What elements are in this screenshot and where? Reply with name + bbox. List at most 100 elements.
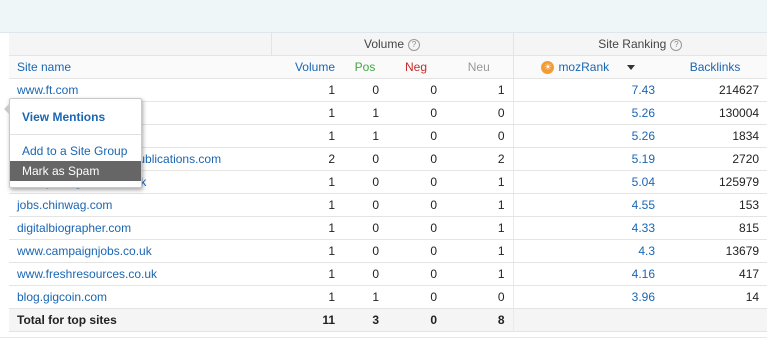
mozrank-cell: 4.16 — [512, 262, 664, 286]
total-label: Total for top sites — [9, 308, 271, 332]
mozrank-link[interactable]: 7.43 — [632, 83, 655, 97]
mozrank-cell: 5.19 — [512, 147, 664, 171]
column-header-neu[interactable]: Neu — [445, 55, 514, 79]
neg-cell: 0 — [430, 221, 437, 235]
total-neg: 0 — [387, 308, 445, 332]
volume-cell: 1 — [271, 170, 343, 194]
neg-cell: 0 — [430, 290, 437, 304]
neu-cell: 1 — [497, 83, 505, 97]
moz-logo-icon: ☀ — [541, 61, 555, 75]
mozrank-link[interactable]: 5.19 — [632, 152, 655, 166]
mark-as-spam-item[interactable]: Mark as Spam — [10, 161, 141, 181]
site-name-link[interactable]: jobs.chinwag.com — [17, 198, 112, 212]
neu-cell: 1 — [445, 216, 514, 240]
site-name-link[interactable]: www.ft.com — [17, 83, 78, 97]
column-header-row: Site name Volume Pos Neg Neu ☀ mozRank Ba… — [9, 55, 767, 79]
menu-pointer — [4, 103, 10, 115]
neu-cell: 2 — [445, 147, 514, 171]
mozrank-link[interactable]: 4.3 — [638, 244, 655, 258]
divider — [0, 337, 767, 338]
pos-cell: 1 — [372, 106, 379, 120]
pos-cell: 0 — [343, 78, 387, 102]
mozrank-cell: 5.26 — [512, 124, 664, 148]
backlinks-cell: 815 — [663, 216, 767, 240]
pos-cell: 1 — [372, 290, 379, 304]
volume-cell: 1 — [271, 193, 343, 217]
column-group-header: Volume? Site Ranking? — [9, 33, 767, 56]
neg-cell: 0 — [387, 216, 445, 240]
table-row: blog.gigcoin.com 1 1 0 0 3.96 14 — [9, 285, 767, 309]
mozrank-link[interactable]: 5.04 — [632, 175, 655, 189]
site-name-cell: www.campaignjobs.co.uk — [9, 239, 271, 263]
backlinks-cell: 417 — [739, 267, 760, 281]
volume-cell: 1 — [271, 78, 343, 102]
neg-cell: 0 — [430, 106, 437, 120]
total-volume: 11 — [271, 308, 343, 332]
mozrank-link[interactable]: 4.16 — [632, 267, 655, 281]
help-icon[interactable]: ? — [670, 38, 683, 51]
mozrank-link[interactable]: 5.26 — [632, 106, 655, 120]
help-icon[interactable]: ? — [408, 38, 421, 51]
column-header-mozrank[interactable]: ☀ mozRank — [512, 55, 664, 79]
volume-cell: 1 — [328, 290, 335, 304]
site-name-link[interactable]: www.campaignjobs.co.uk — [17, 244, 152, 258]
neu-cell: 2 — [497, 152, 505, 166]
top-banner — [0, 0, 767, 33]
neg-cell: 0 — [430, 152, 437, 166]
total-blank — [512, 308, 664, 332]
backlinks-cell: 13679 — [725, 244, 760, 258]
volume-cell: 1 — [328, 106, 335, 120]
table-row: jobs.chinwag.com 1 0 0 1 4.55 153 — [9, 193, 767, 217]
mozrank-cell: 5.04 — [512, 170, 664, 194]
neg-cell: 0 — [430, 198, 437, 212]
pos-cell: 0 — [372, 152, 379, 166]
column-header-neg[interactable]: Neg — [387, 55, 445, 79]
volume-cell: 1 — [328, 198, 335, 212]
site-name-link[interactable]: digitalbiographer.com — [17, 221, 131, 235]
neu-cell: 1 — [445, 78, 514, 102]
neu-cell: 0 — [445, 101, 514, 125]
column-header-backlinks[interactable]: Backlinks — [663, 55, 767, 79]
neg-cell: 0 — [387, 170, 445, 194]
site-name-link[interactable]: www.freshresources.co.uk — [17, 267, 157, 281]
neu-cell: 1 — [445, 239, 514, 263]
pos-cell: 0 — [343, 193, 387, 217]
table-row: digitalbiographer.com 1 0 0 1 4.33 815 — [9, 216, 767, 240]
neg-cell: 0 — [387, 147, 445, 171]
sort-descending-icon[interactable] — [627, 65, 636, 71]
neu-cell: 1 — [497, 221, 505, 235]
backlinks-cell: 125979 — [719, 175, 760, 189]
add-to-site-group-item[interactable]: Add to a Site Group — [10, 141, 141, 161]
view-mentions-link[interactable]: View Mentions — [10, 99, 141, 135]
volume-cell: 2 — [271, 147, 343, 171]
neu-cell: 0 — [445, 124, 514, 148]
table-row: www.campaignjobs.co.uk 1 0 0 1 4.3 13679 — [9, 239, 767, 263]
site-name-cell: jobs.chinwag.com — [9, 193, 271, 217]
backlinks-cell: 2720 — [732, 152, 760, 166]
mozrank-link[interactable]: 4.33 — [632, 221, 655, 235]
neu-cell: 1 — [445, 170, 514, 194]
neu-cell: 0 — [497, 290, 505, 304]
pos-cell: 0 — [343, 170, 387, 194]
neu-cell: 1 — [497, 244, 505, 258]
backlinks-cell: 214627 — [719, 83, 760, 97]
site-ranking-group-label: Site Ranking — [598, 37, 667, 51]
volume-cell: 1 — [328, 267, 335, 281]
neu-cell: 0 — [497, 106, 505, 120]
column-header-site-name[interactable]: Site name — [9, 55, 271, 79]
column-header-volume[interactable]: Volume — [271, 55, 343, 79]
backlinks-cell: 1834 — [732, 129, 760, 143]
neg-cell: 0 — [387, 239, 445, 263]
neg-cell: 0 — [430, 267, 437, 281]
mozrank-link[interactable]: 5.26 — [632, 129, 655, 143]
neg-cell: 0 — [387, 124, 445, 148]
volume-cell: 1 — [328, 244, 335, 258]
mozrank-link[interactable]: 3.96 — [632, 290, 655, 304]
mozrank-link[interactable]: 4.55 — [632, 198, 655, 212]
neu-cell: 1 — [497, 267, 505, 281]
pos-cell: 1 — [343, 285, 387, 309]
column-header-pos[interactable]: Pos — [343, 55, 387, 79]
neg-cell: 0 — [430, 244, 437, 258]
backlinks-cell: 1834 — [663, 124, 767, 148]
site-name-link[interactable]: blog.gigcoin.com — [17, 290, 107, 304]
